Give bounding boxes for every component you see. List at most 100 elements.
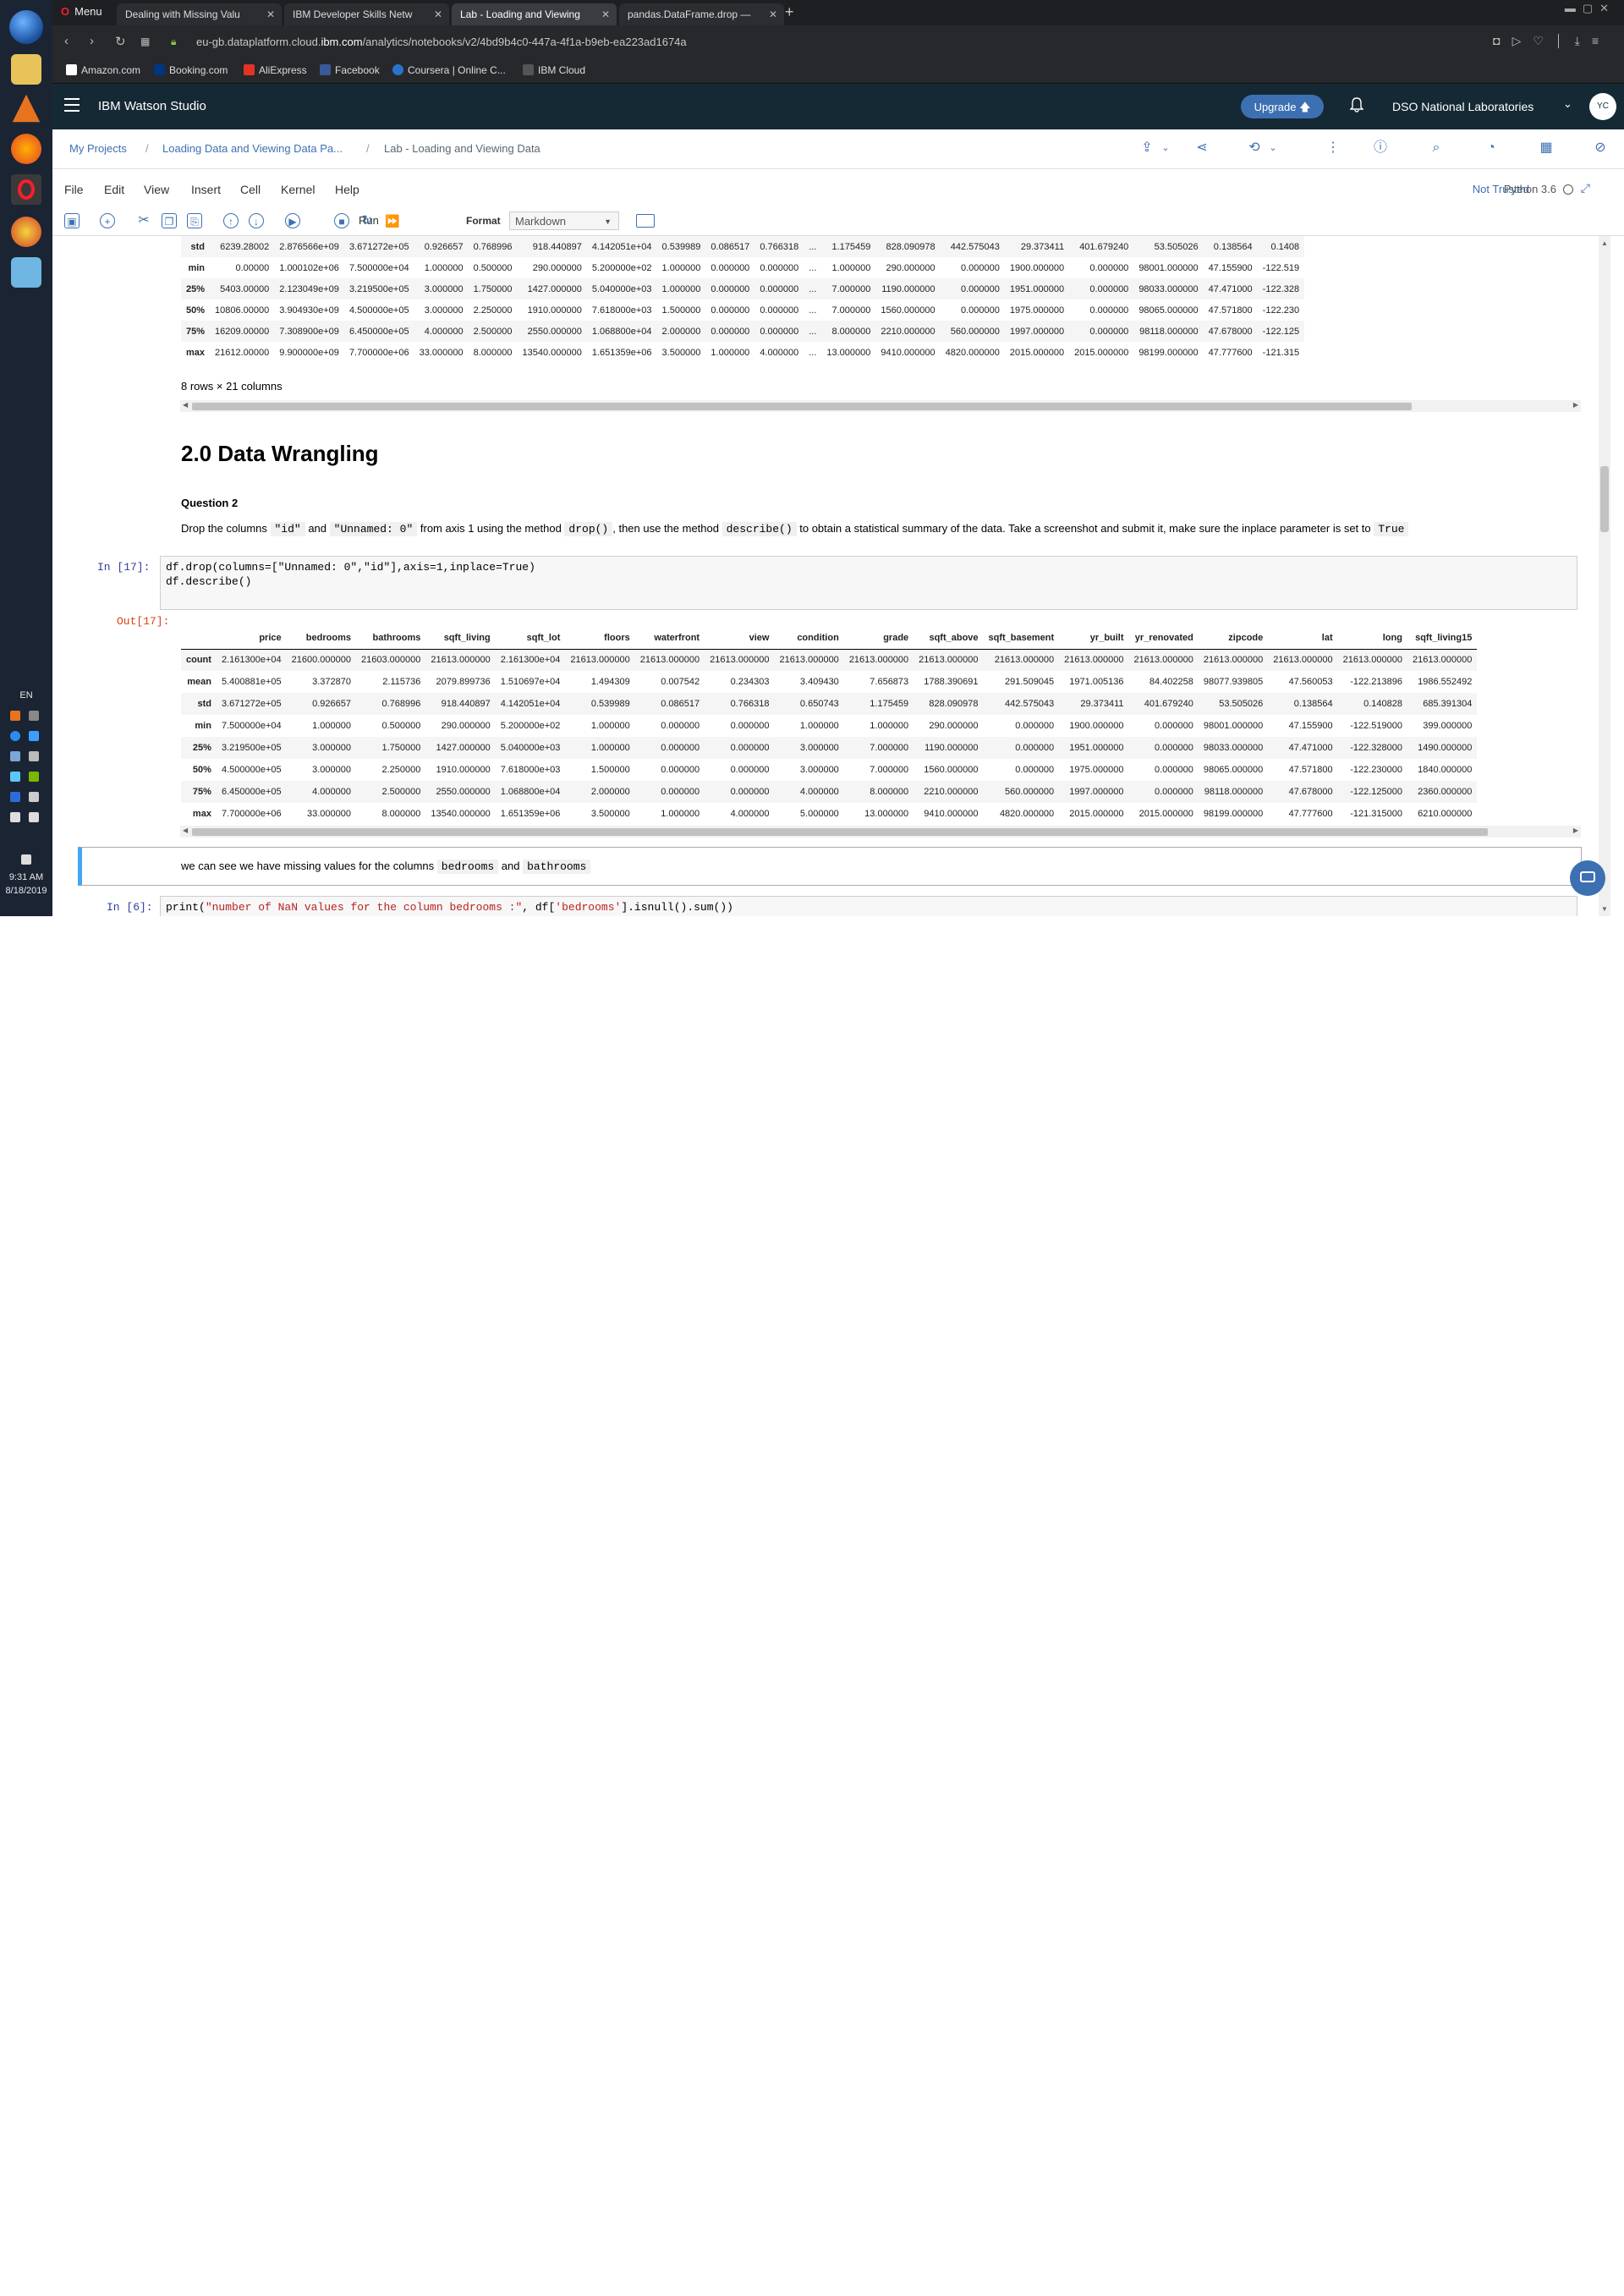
move-down-icon[interactable]: ↓ — [249, 213, 264, 228]
paste-icon[interactable]: ⎘ — [187, 213, 202, 228]
close-tab-icon[interactable]: ✕ — [769, 3, 777, 25]
data-assets-icon[interactable]: ▦ — [1538, 140, 1555, 157]
bookmark-coursera[interactable]: Coursera | Online C... — [392, 64, 506, 76]
copy-icon[interactable]: ❐ — [162, 213, 177, 228]
bookmark-aliexpress[interactable]: AliExpress — [244, 64, 307, 76]
folder-icon[interactable] — [11, 54, 41, 85]
speed-dial-icon[interactable]: ▦ — [140, 36, 150, 47]
chrome-icon[interactable] — [11, 217, 41, 247]
restart-icon[interactable]: ↻ — [359, 213, 375, 228]
new-tab-icon[interactable]: + — [785, 3, 794, 21]
scrollbar-thumb[interactable] — [192, 828, 1488, 836]
reload-icon[interactable]: ↻ — [115, 34, 126, 49]
keyboard-icon[interactable] — [636, 214, 655, 228]
tray-network-icon[interactable] — [29, 792, 39, 802]
chevron-down-icon[interactable]: ⌄ — [1563, 97, 1572, 111]
tray-volume-icon[interactable] — [21, 854, 31, 865]
cell-format-select[interactable]: Markdown ▼ — [509, 211, 619, 230]
scroll-up-icon[interactable]: ▲ — [1601, 239, 1608, 247]
hamburger-menu-icon[interactable] — [64, 98, 80, 116]
tray-pen-icon[interactable] — [29, 711, 39, 721]
back-icon[interactable]: ‹ — [64, 34, 69, 48]
bookmark-booking[interactable]: Booking.com — [154, 64, 228, 76]
tray-flag-icon[interactable] — [10, 812, 20, 822]
close-tab-icon[interactable]: ✕ — [601, 3, 610, 25]
clock-date[interactable]: 8/18/2019 — [0, 886, 52, 896]
schedule-icon[interactable]: ⟲ — [1246, 140, 1263, 157]
chat-support-button[interactable] — [1570, 860, 1605, 896]
tray-battery-icon[interactable] — [29, 751, 39, 761]
menu-view[interactable]: View — [144, 183, 169, 196]
stop-icon[interactable]: ■ — [334, 213, 349, 228]
add-cell-icon[interactable]: + — [100, 213, 115, 228]
book-icon[interactable] — [11, 257, 41, 288]
url-field[interactable]: eu-gb.dataplatform.cloud.ibm.com/analyti… — [196, 36, 687, 48]
palette-icon[interactable]: ◔ — [1483, 140, 1500, 157]
horizontal-scrollbar[interactable]: ◀ ▶ — [180, 400, 1581, 412]
chevron-down-icon[interactable]: ⌄ — [1157, 140, 1174, 157]
menu-edit[interactable]: Edit — [104, 183, 124, 196]
fast-forward-icon[interactable]: ⏩ — [385, 213, 400, 228]
find-icon[interactable]: ⌕ — [1428, 140, 1445, 157]
cut-icon[interactable]: ✂ — [136, 213, 151, 228]
code-cell-17[interactable]: df.drop(columns=["Unnamed: 0","id"],axis… — [160, 556, 1577, 610]
compass-icon[interactable]: ⊘ — [1592, 140, 1609, 157]
bookmark-ibm-cloud[interactable]: IBM Cloud — [523, 64, 585, 76]
org-switcher[interactable]: DSO National Laboratories — [1392, 100, 1533, 113]
vertical-scrollbar[interactable]: ▲ ▼ — [1599, 236, 1610, 916]
menu-kernel[interactable]: Kernel — [281, 183, 315, 196]
vlc-icon[interactable] — [12, 94, 41, 123]
window-controls[interactable]: ▬▢✕ — [1565, 2, 1616, 15]
clock-time[interactable]: 9:31 AM — [0, 872, 52, 882]
scrollbar-thumb[interactable] — [1600, 466, 1609, 532]
browser-tab[interactable]: pandas.DataFrame.drop — ✕ — [619, 3, 784, 25]
browser-tab[interactable]: IBM Developer Skills Netw ✕ — [284, 3, 449, 25]
forward-icon[interactable]: › — [90, 34, 94, 48]
opera-menu-button[interactable]: O Menu — [61, 5, 102, 18]
share-icon[interactable]: ⋖ — [1193, 140, 1210, 157]
tray-vlc-icon[interactable] — [10, 711, 20, 721]
menu-insert[interactable]: Insert — [191, 183, 221, 196]
opera-icon[interactable] — [11, 174, 41, 205]
kernel-name[interactable]: Python 3.6 — [1504, 183, 1556, 195]
tray-steam-icon[interactable] — [10, 751, 20, 761]
info-icon[interactable]: ⓘ — [1372, 140, 1389, 157]
upgrade-button[interactable]: Upgrade 🡅 — [1241, 95, 1324, 118]
browser-tab-active[interactable]: Lab - Loading and Viewing ✕ — [452, 3, 617, 25]
more-options-icon[interactable]: ⋮ — [1325, 140, 1341, 157]
close-tab-icon[interactable]: ✕ — [266, 3, 275, 25]
chevron-down-icon[interactable]: ⌄ — [1265, 140, 1281, 157]
tray-nvidia-icon[interactable] — [29, 772, 39, 782]
run-icon[interactable]: ▶ — [285, 213, 300, 228]
address-bar-actions[interactable]: ◘▷♡│⤓≡ — [1493, 34, 1610, 48]
close-tab-icon[interactable]: ✕ — [434, 3, 442, 25]
scrollbar-thumb[interactable] — [192, 403, 1412, 410]
windows-start-icon[interactable] — [9, 10, 43, 44]
expand-icon[interactable]: ⤢ — [1581, 181, 1590, 195]
language-indicator[interactable]: EN — [0, 690, 52, 700]
move-up-icon[interactable]: ↑ — [223, 213, 239, 228]
brand-title[interactable]: IBM Watson Studio — [98, 99, 206, 113]
horizontal-scrollbar[interactable]: ◀ ▶ — [180, 826, 1581, 838]
export-icon[interactable]: ⇪ — [1138, 140, 1155, 157]
tray-skype-icon[interactable] — [29, 731, 39, 741]
tray-telegram-icon[interactable] — [10, 772, 20, 782]
browser-tab[interactable]: Dealing with Missing Valu ✕ — [117, 3, 282, 25]
breadcrumb-my-projects[interactable]: My Projects — [69, 142, 127, 155]
scroll-down-icon[interactable]: ▼ — [1601, 905, 1608, 913]
avatar[interactable]: YC — [1589, 93, 1616, 120]
tray-display-icon[interactable] — [29, 812, 39, 822]
menu-file[interactable]: File — [64, 183, 84, 196]
firefox-icon[interactable] — [11, 134, 41, 164]
bookmark-facebook[interactable]: Facebook — [320, 64, 380, 76]
table-cell: 685.391304 — [1423, 699, 1473, 709]
menu-cell[interactable]: Cell — [240, 183, 261, 196]
breadcrumb-project[interactable]: Loading Data and Viewing Data Pa... — [162, 142, 343, 155]
bookmark-amazon[interactable]: Amazon.com — [66, 64, 140, 76]
tray-sync-icon[interactable] — [10, 731, 20, 741]
save-icon[interactable]: ▣ — [64, 213, 80, 228]
notifications-bell-icon[interactable] — [1350, 97, 1363, 113]
code-cell-6[interactable]: print("number of NaN values for the colu… — [160, 896, 1577, 916]
tray-zoom-icon[interactable] — [10, 792, 20, 802]
menu-help[interactable]: Help — [335, 183, 359, 196]
